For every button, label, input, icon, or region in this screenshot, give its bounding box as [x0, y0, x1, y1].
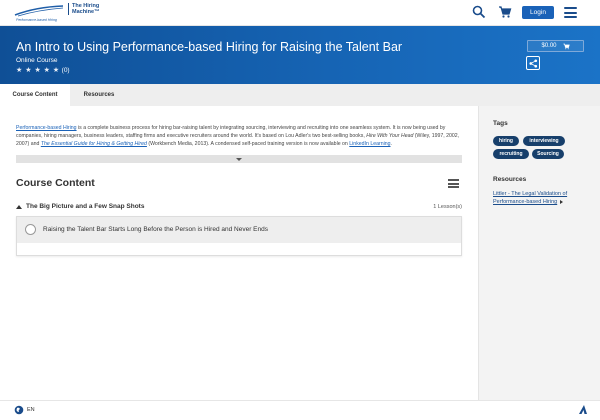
- site-logo[interactable]: Performance-based Hiring The Hiring Mach…: [14, 2, 104, 24]
- course-type: Online Course: [16, 57, 58, 64]
- essential-guide-link[interactable]: The Essential Guide for Hiring & Getting…: [41, 141, 147, 147]
- share-icon: [528, 58, 537, 68]
- lesson-item[interactable]: Raising the Talent Bar Starts Long Befor…: [17, 217, 461, 243]
- lesson-status-circle-icon: [25, 224, 36, 235]
- description-text: (Workbench Media, 2013). A condensed sel…: [146, 141, 350, 147]
- linkedin-learning-link[interactable]: LinkedIn Learning: [349, 141, 390, 147]
- tab-resources[interactable]: Resources: [70, 84, 128, 106]
- expand-description-toggle[interactable]: [16, 155, 462, 163]
- description-text: .: [390, 141, 392, 147]
- arrow-right-icon: [560, 199, 564, 204]
- course-title: An Intro to Using Performance-based Hiri…: [16, 40, 403, 54]
- hamburger-menu-icon[interactable]: [564, 7, 577, 18]
- language-selector[interactable]: EN: [27, 407, 35, 413]
- chapter-lesson-count: 1 Lesson(s): [433, 204, 462, 210]
- tag-sourcing[interactable]: Sourcing: [532, 149, 564, 159]
- tags-heading: Tags: [493, 120, 508, 127]
- book-title: The Essential Guide for Hiring & Getting…: [40, 141, 147, 147]
- search-icon[interactable]: [472, 5, 486, 19]
- login-button[interactable]: Login: [522, 6, 554, 19]
- chapter-header[interactable]: The Big Picture and a Few Snap Shots 1 L…: [16, 202, 462, 214]
- cart-icon: [563, 43, 570, 49]
- rating-stars-icon: ★ ★ ★ ★ ★: [16, 67, 60, 74]
- list-view-icon[interactable]: [448, 179, 459, 189]
- caret-up-icon: [16, 205, 22, 209]
- logo-swoosh-icon: [14, 5, 64, 17]
- cart-icon[interactable]: [498, 5, 512, 19]
- share-button[interactable]: [526, 56, 540, 70]
- performance-based-hiring-link[interactable]: Performance-based Hiring: [16, 125, 77, 131]
- chapter-lessons-card: Raising the Talent Bar Starts Long Befor…: [16, 216, 462, 256]
- buy-price-button[interactable]: $0.00: [527, 40, 584, 52]
- footer: EN: [0, 400, 600, 420]
- globe-icon[interactable]: [14, 405, 24, 415]
- tag-recruiting[interactable]: recruiting: [493, 149, 529, 159]
- resource-link-text: Littler - The Legal Validation of Perfor…: [493, 191, 568, 205]
- brand-mark-icon: [579, 405, 587, 414]
- course-rating: ★ ★ ★ ★ ★ (0): [16, 66, 70, 75]
- price-label: $0.00: [541, 43, 557, 49]
- top-navbar: Performance-based Hiring The Hiring Mach…: [0, 0, 600, 26]
- logo-tagline: Performance-based Hiring: [16, 18, 57, 22]
- chapter-title: The Big Picture and a Few Snap Shots: [26, 203, 145, 210]
- course-hero-banner: An Intro to Using Performance-based Hiri…: [0, 26, 600, 84]
- chevron-down-icon: [236, 157, 242, 161]
- book-title: Hire With Your Head: [366, 133, 414, 139]
- course-description: Performance-based Hiring is a complete b…: [16, 124, 464, 148]
- resources-heading: Resources: [493, 176, 527, 183]
- lesson-title: Raising the Talent Bar Starts Long Befor…: [43, 226, 268, 233]
- course-content-heading: Course Content: [16, 177, 95, 189]
- tag-interviewing[interactable]: interviewing: [523, 136, 565, 146]
- sidebar: Tags hiring interviewing recruiting Sour…: [478, 106, 600, 400]
- tab-course-content[interactable]: Course Content: [0, 84, 70, 106]
- logo-name: The Hiring Machine™: [68, 3, 102, 15]
- tag-hiring[interactable]: hiring: [493, 136, 519, 146]
- rating-count: (0): [61, 66, 70, 74]
- resource-link[interactable]: Littler - The Legal Validation of Perfor…: [493, 190, 593, 206]
